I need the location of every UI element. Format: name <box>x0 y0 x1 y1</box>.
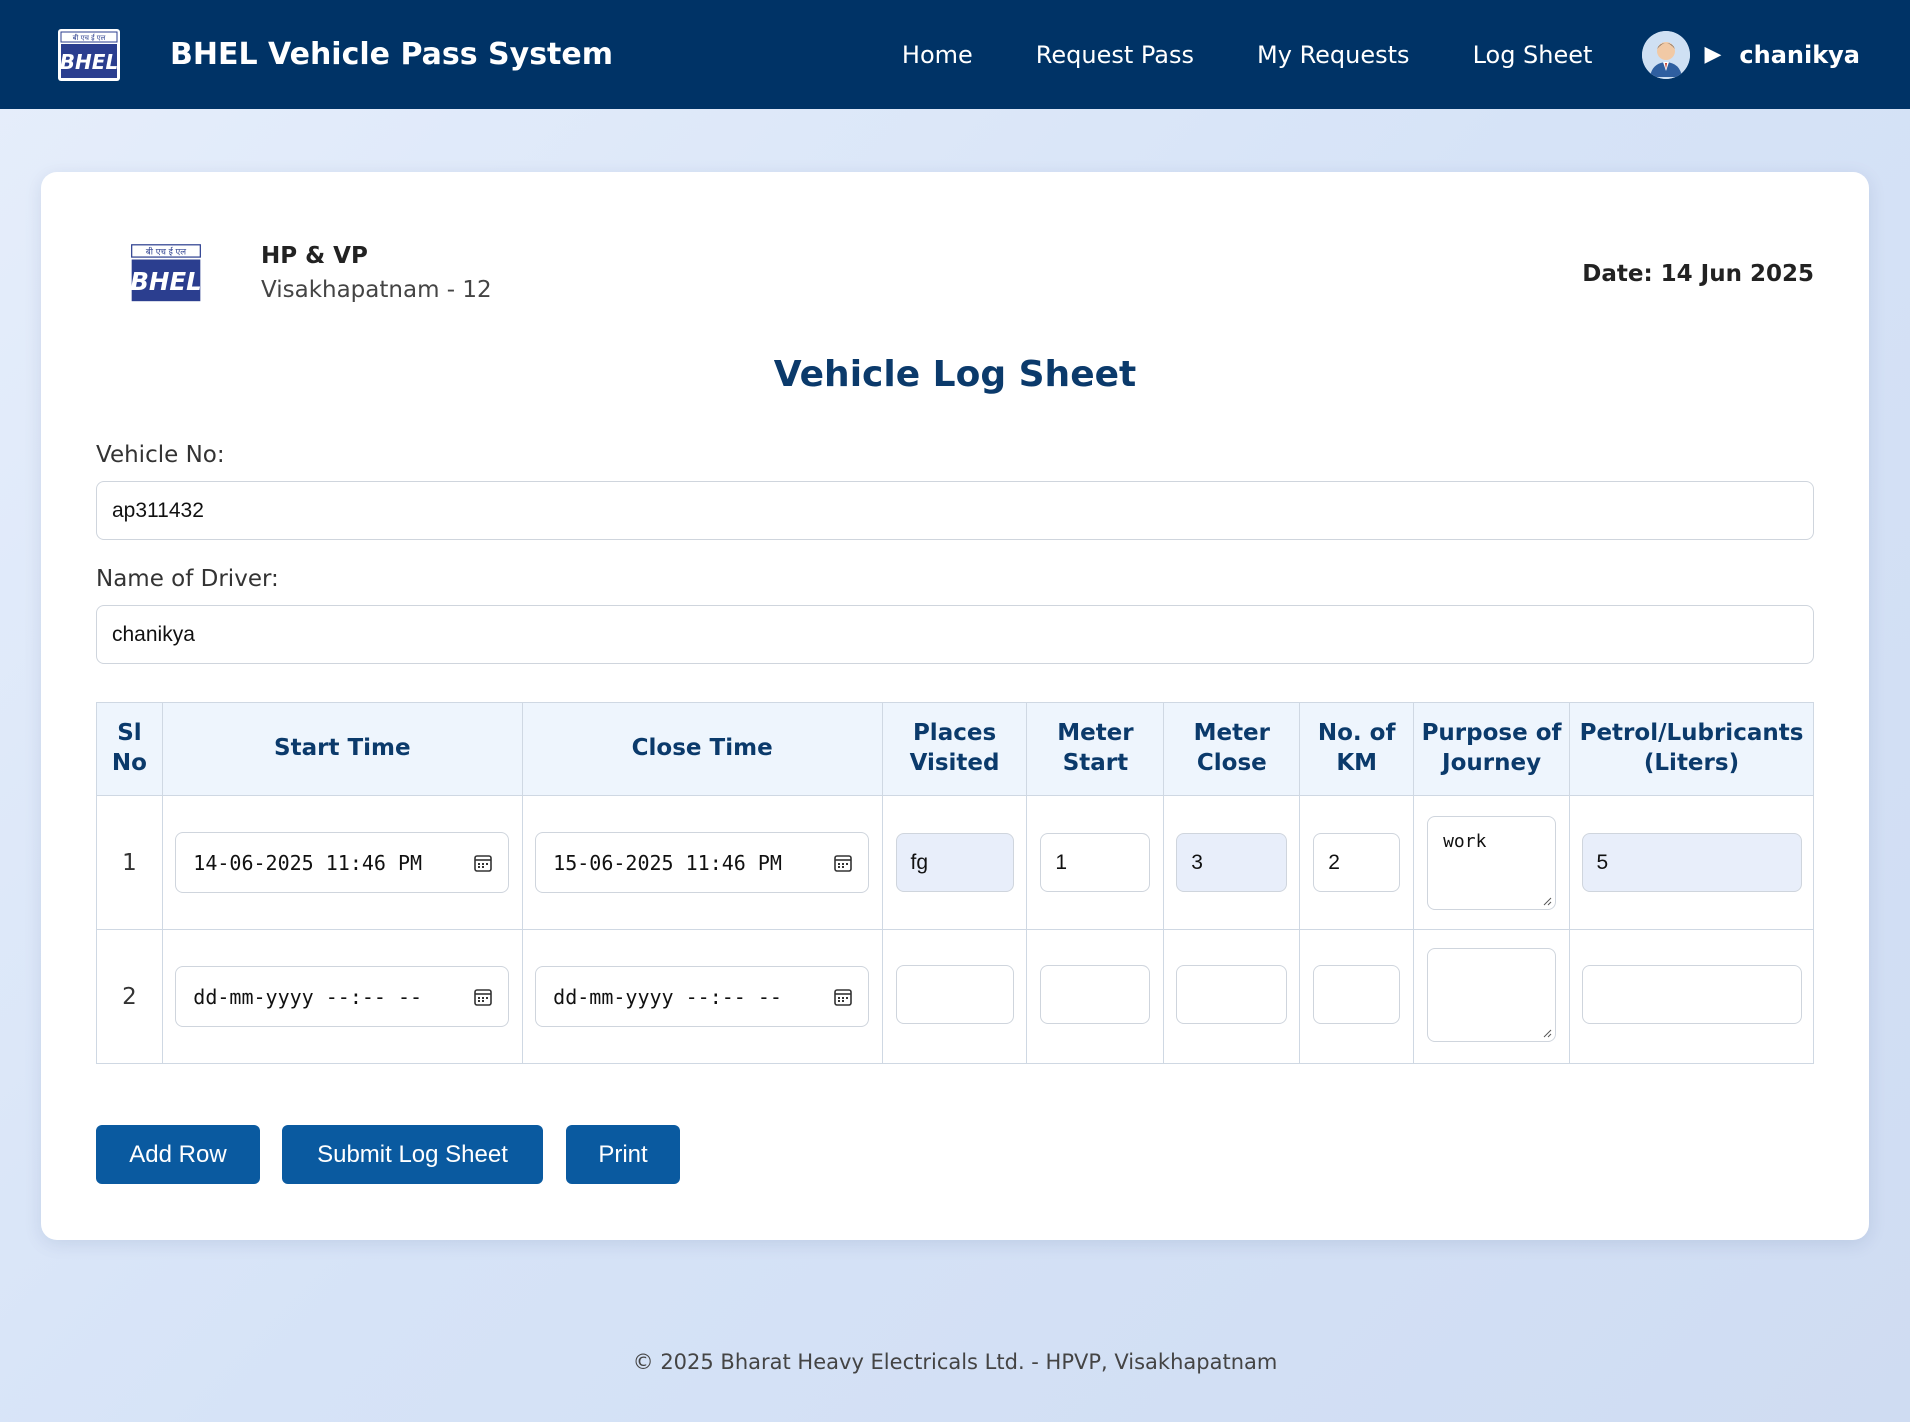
log-sheet-card: बी एच ई एल BHEL HP & VP Visakhapatnam - … <box>41 172 1869 1240</box>
add-row-button[interactable]: Add Row <box>96 1125 260 1184</box>
user-menu[interactable]: ▶ chanikya <box>1642 30 1860 79</box>
header-close-time: Close Time <box>521 702 883 796</box>
header-start-time: Start Time <box>161 702 523 796</box>
places-visited-input[interactable]: fg <box>895 833 1014 892</box>
meter-start-input[interactable]: 1 <box>1040 833 1151 892</box>
purpose-textarea[interactable] <box>1427 947 1557 1042</box>
org-header: बी एच ई एल BHEL HP & VP Visakhapatnam - … <box>128 241 492 305</box>
km-input[interactable] <box>1313 965 1401 1024</box>
svg-text:BHEL: BHEL <box>130 267 202 296</box>
org-location: Visakhapatnam - 12 <box>261 277 492 303</box>
calendar-icon[interactable] <box>833 853 853 873</box>
bhel-logo[interactable]: बी एच ई एल BHEL <box>58 27 120 83</box>
meter-close-input[interactable] <box>1176 965 1288 1024</box>
resize-handle-icon[interactable] <box>1542 896 1552 906</box>
org-name: HP & VP <box>261 243 368 269</box>
sheet-date: Date: 14 Jun 2025 <box>1582 261 1814 287</box>
start-time-input[interactable]: 14-06-2025 11:46 PM <box>175 832 510 893</box>
purpose-value: work <box>1443 830 1487 852</box>
avatar <box>1642 30 1691 79</box>
close-time-input[interactable]: 15-06-2025 11:46 PM <box>535 832 870 893</box>
table-header-row: Sl No Start Time Close Time Places Visit… <box>96 702 1814 796</box>
petrol-input[interactable]: 5 <box>1581 833 1802 892</box>
header-purpose: Purpose of Journey <box>1413 702 1570 796</box>
close-time-input[interactable]: dd-mm-yyyy --:-- -- <box>535 966 870 1027</box>
table-row: 1 14-06-2025 11:46 PM 15-06-2025 11:46 P… <box>96 795 1814 930</box>
footer: © 2025 Bharat Heavy Electricals Ltd. - H… <box>632 1350 1278 1374</box>
purpose-textarea[interactable]: work <box>1427 815 1557 910</box>
resize-handle-icon[interactable] <box>1542 1028 1552 1038</box>
username: chanikya <box>1739 40 1860 69</box>
close-time-value: 15-06-2025 11:46 PM <box>553 850 782 875</box>
svg-text:बी एच ई एल: बी एच ई एल <box>146 247 186 258</box>
caret-right-icon: ▶ <box>1704 42 1722 67</box>
header-km: No. of KM <box>1299 702 1415 796</box>
vehicle-no-label: Vehicle No: <box>96 442 225 468</box>
nav-link-my-requests[interactable]: My Requests <box>1257 41 1410 69</box>
header-petrol: Petrol/Lubricants (Liters) <box>1569 702 1814 796</box>
header-places-visited: Places Visited <box>881 702 1028 796</box>
svg-text:बी एच ई एल: बी एच ई एल <box>73 33 106 42</box>
calendar-icon[interactable] <box>473 987 493 1007</box>
km-input[interactable]: 2 <box>1313 833 1401 892</box>
start-time-value: dd-mm-yyyy --:-- -- <box>193 984 423 1009</box>
print-button[interactable]: Print <box>566 1125 680 1184</box>
row-sl-no: 2 <box>122 983 137 1010</box>
petrol-input[interactable] <box>1581 965 1802 1024</box>
app-title: BHEL Vehicle Pass System <box>170 37 613 72</box>
row-sl-no: 1 <box>122 849 137 876</box>
meter-close-input[interactable]: 3 <box>1176 833 1288 892</box>
top-navbar: बी एच ई एल BHEL BHEL Vehicle Pass System… <box>0 0 1910 109</box>
header-meter-close: Meter Close <box>1163 702 1301 796</box>
submit-log-sheet-button[interactable]: Submit Log Sheet <box>282 1125 543 1184</box>
start-time-value: 14-06-2025 11:46 PM <box>193 850 423 875</box>
header-meter-start: Meter Start <box>1026 702 1165 796</box>
nav-links: Home Request Pass My Requests Log Sheet <box>902 41 1593 69</box>
header-sl-no: Sl No <box>96 702 163 796</box>
page-title: Vehicle Log Sheet <box>773 354 1137 395</box>
bhel-logo: बी एच ई एल BHEL <box>128 241 204 305</box>
driver-name-label: Name of Driver: <box>96 566 279 592</box>
log-table: Sl No Start Time Close Time Places Visit… <box>96 702 1814 1064</box>
svg-text:BHEL: BHEL <box>60 50 118 74</box>
places-visited-input[interactable] <box>895 965 1014 1024</box>
vehicle-no-input[interactable]: ap311432 <box>96 481 1814 540</box>
driver-name-input[interactable]: chanikya <box>96 605 1814 664</box>
nav-link-home[interactable]: Home <box>902 41 973 69</box>
nav-link-request-pass[interactable]: Request Pass <box>1036 41 1194 69</box>
calendar-icon[interactable] <box>473 853 493 873</box>
start-time-input[interactable]: dd-mm-yyyy --:-- -- <box>175 966 510 1027</box>
meter-start-input[interactable] <box>1040 965 1151 1024</box>
table-row: 2 dd-mm-yyyy --:-- -- dd-mm-yyyy --:-- -… <box>96 929 1814 1064</box>
nav-link-log-sheet[interactable]: Log Sheet <box>1473 41 1593 69</box>
calendar-icon[interactable] <box>833 987 853 1007</box>
close-time-value: dd-mm-yyyy --:-- -- <box>553 984 782 1009</box>
